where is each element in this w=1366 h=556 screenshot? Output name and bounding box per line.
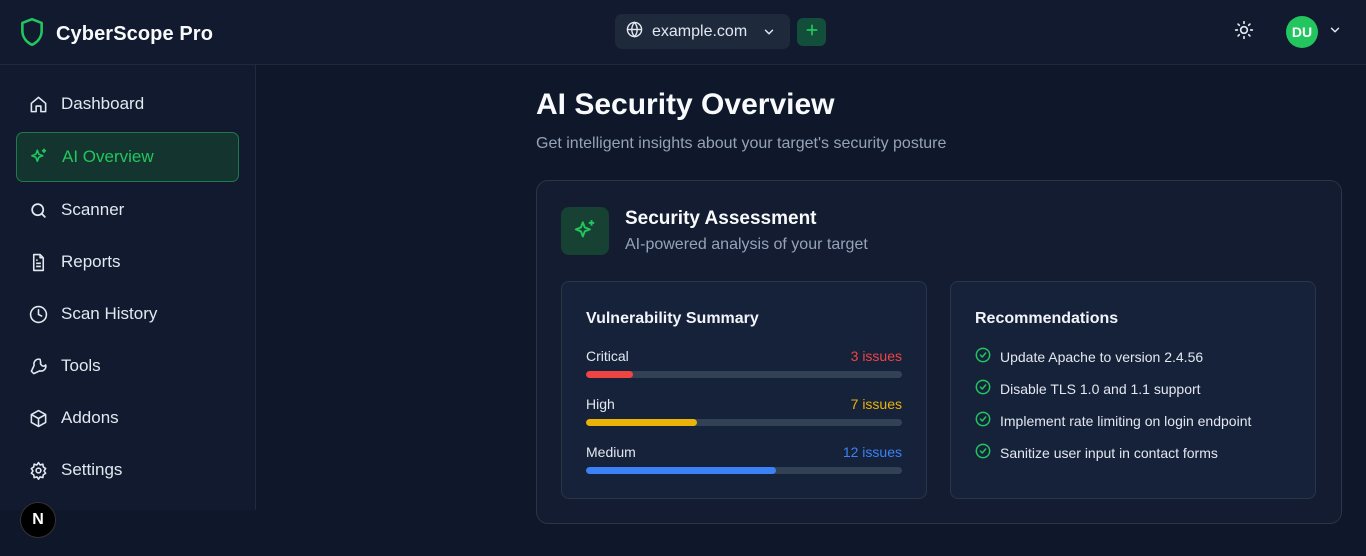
sidebar-item-addons[interactable]: Addons (16, 393, 239, 443)
sidebar-item-label: AI Overview (62, 147, 154, 166)
sidebar-item-label: Tools (61, 356, 101, 375)
chevron-down-icon (762, 25, 776, 39)
vuln-count: 3 issues (850, 348, 902, 364)
user-menu[interactable]: DU (1286, 16, 1342, 48)
brand-title: CyberScope Pro (56, 23, 214, 45)
domain-value: example.com (652, 22, 748, 40)
progress-bar (586, 419, 902, 426)
vulnerability-summary-panel: Vulnerability Summary Critical 3 issues … (561, 281, 927, 499)
recommendation-item: Sanitize user input in contact forms (975, 443, 1218, 462)
recommendation-text: Disable TLS 1.0 and 1.1 support (1000, 380, 1201, 397)
sidebar-item-ai-overview[interactable]: AI Overview (16, 132, 239, 182)
sidebar-item-label: Settings (61, 460, 123, 479)
shield-icon (19, 17, 45, 52)
search-icon (28, 200, 48, 220)
progress-fill (586, 467, 776, 474)
security-assessment-card: Security Assessment AI-powered analysis … (536, 180, 1342, 524)
sidebar-item-reports[interactable]: Reports (16, 237, 239, 287)
card-subtitle: AI-powered analysis of your target (625, 236, 868, 253)
home-icon (28, 94, 48, 114)
progress-fill (586, 371, 634, 378)
recommendation-item: Disable TLS 1.0 and 1.1 support (975, 379, 1201, 398)
recommendation-text: Implement rate limiting on login endpoin… (1000, 412, 1252, 429)
add-domain-button[interactable] (797, 18, 826, 46)
sidebar-item-dashboard[interactable]: Dashboard (16, 79, 239, 129)
panel-title: Recommendations (975, 310, 1119, 327)
sun-icon (1234, 20, 1254, 45)
chevron-down-icon (1328, 23, 1342, 42)
dev-tools-badge[interactable]: N (20, 502, 56, 538)
vuln-label: Critical (586, 348, 629, 364)
sidebar-item-label: Addons (61, 408, 119, 427)
recommendation-text: Sanitize user input in contact forms (1000, 444, 1218, 461)
avatar: DU (1286, 16, 1318, 48)
vuln-label: High (586, 396, 615, 412)
recommendation-text: Update Apache to version 2.4.56 (1000, 348, 1204, 365)
sidebar-item-label: Reports (61, 252, 121, 271)
sidebar-item-label: Scanner (61, 200, 125, 219)
recommendations-panel: Recommendations Update Apache to version… (950, 281, 1316, 499)
vuln-count: 12 issues (842, 444, 902, 460)
vuln-row-high: High 7 issues (586, 396, 902, 426)
globe-icon (626, 20, 643, 43)
vuln-count: 7 issues (850, 396, 902, 412)
sidebar-item-scanner[interactable]: Scanner (16, 185, 239, 235)
sidebar: Dashboard AI Overview Scanner Reports Sc… (0, 65, 256, 510)
check-circle-icon (975, 347, 991, 366)
sparkles-icon (29, 147, 49, 167)
gear-icon (28, 460, 48, 480)
vuln-row-medium: Medium 12 issues (586, 444, 902, 474)
top-header: CyberScope Pro example.com DU (0, 0, 1366, 65)
progress-bar (586, 371, 902, 378)
recommendation-item: Update Apache to version 2.4.56 (975, 347, 1203, 366)
clock-icon (28, 304, 48, 324)
wrench-icon (28, 356, 48, 376)
package-icon (28, 408, 48, 428)
sidebar-item-scan-history[interactable]: Scan History (16, 289, 239, 339)
card-title: Security Assessment (625, 208, 817, 229)
domain-select[interactable]: example.com (615, 14, 790, 49)
check-circle-icon (975, 411, 991, 430)
file-text-icon (28, 252, 48, 272)
vuln-row-critical: Critical 3 issues (586, 348, 902, 378)
check-circle-icon (975, 379, 991, 398)
theme-toggle-button[interactable] (1232, 20, 1256, 44)
sidebar-item-settings[interactable]: Settings (16, 445, 239, 495)
sidebar-item-tools[interactable]: Tools (16, 341, 239, 391)
brand[interactable]: CyberScope Pro (19, 17, 213, 52)
check-circle-icon (975, 443, 991, 462)
plus-icon (805, 23, 819, 42)
page-subtitle: Get intelligent insights about your targ… (536, 135, 947, 152)
progress-fill (586, 419, 697, 426)
panel-title: Vulnerability Summary (586, 310, 759, 327)
recommendation-item: Implement rate limiting on login endpoin… (975, 411, 1251, 430)
sidebar-item-label: Scan History (61, 304, 158, 323)
progress-bar (586, 467, 902, 474)
page-title: AI Security Overview (536, 88, 835, 121)
sidebar-item-label: Dashboard (61, 94, 145, 113)
vuln-label: Medium (586, 444, 636, 460)
sparkles-icon (561, 207, 609, 255)
